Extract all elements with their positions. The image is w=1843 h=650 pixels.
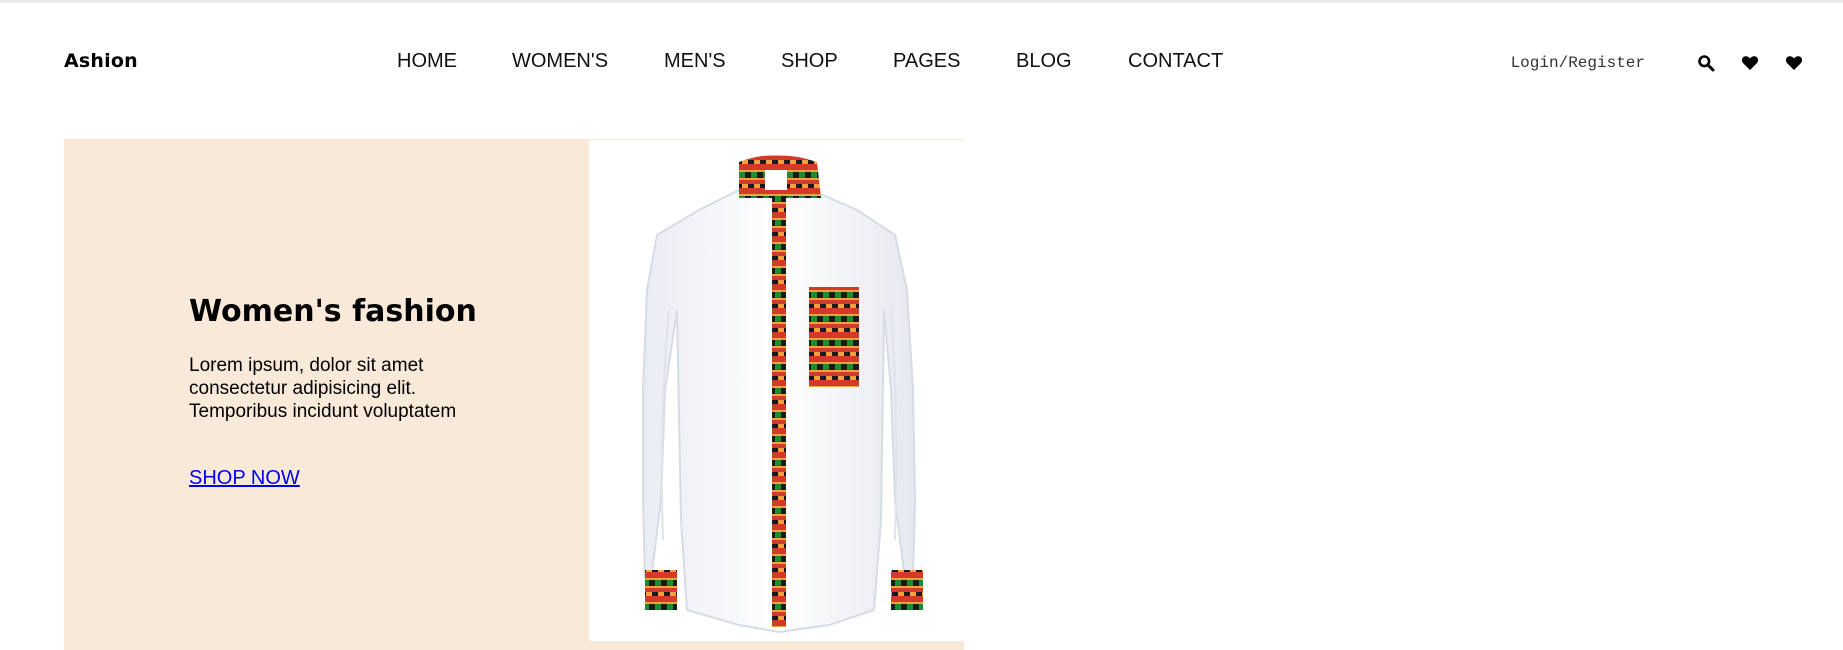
search-icon[interactable] — [1697, 54, 1715, 72]
hero-description: Lorem ipsum, dolor sit amet consectetur … — [189, 355, 457, 422]
hero-title: Women's fashion — [189, 294, 477, 329]
wishlist-heart-icon[interactable] — [1785, 54, 1803, 72]
header-utilities: Login/Register — [1511, 52, 1803, 74]
shop-now-link[interactable]: SHOP NOW — [189, 467, 300, 490]
nav-item-shop[interactable]: SHOP — [781, 50, 838, 73]
brand-logo[interactable]: Ashion — [64, 50, 138, 72]
heart-icon[interactable] — [1741, 54, 1759, 72]
hero-banner: Women's fashion Lorem ipsum, dolor sit a… — [64, 139, 964, 650]
nav-item-pages[interactable]: PAGES — [893, 50, 960, 73]
nav-item-mens[interactable]: MEN'S — [664, 50, 726, 73]
nav-item-blog[interactable]: BLOG — [1016, 50, 1072, 73]
nav-item-contact[interactable]: CONTACT — [1128, 50, 1223, 73]
nav-item-home[interactable]: HOME — [397, 50, 457, 73]
hero-product-image — [589, 140, 964, 641]
login-register-link[interactable]: Login/Register — [1511, 54, 1645, 72]
nav-item-womens[interactable]: WOMEN'S — [512, 50, 608, 73]
top-border — [0, 0, 1843, 3]
